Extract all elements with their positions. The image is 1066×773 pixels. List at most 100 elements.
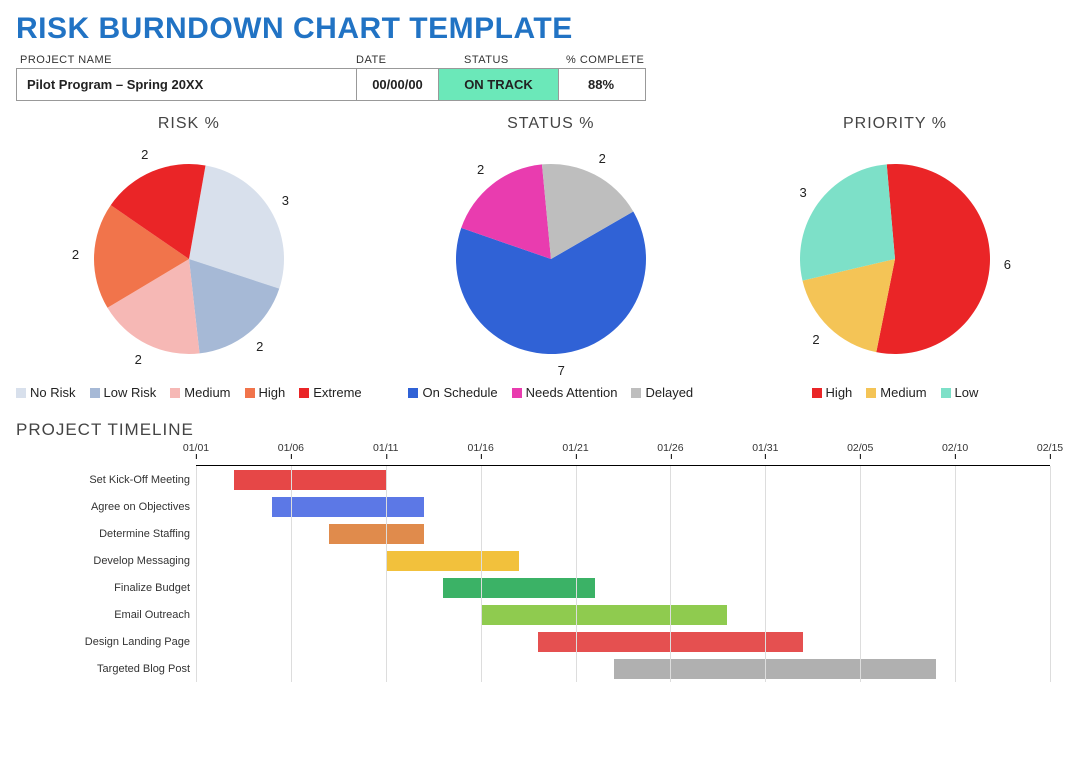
status-pie-title: STATUS % (507, 115, 594, 133)
charts-row: RISK % 32222 No Risk Low Risk Medium High Ex… (16, 115, 1050, 400)
legend-swatch (631, 388, 641, 398)
legend-item: Needs Attention (512, 385, 618, 400)
timeline-tick: 02/05 (847, 442, 873, 454)
timeline-task-label: Set Kick-Off Meeting (16, 466, 196, 493)
meta-header-date: DATE (356, 54, 440, 66)
meta-row: Pilot Program – Spring 20XX 00/00/00 ON … (16, 68, 646, 101)
risk-legend: No Risk Low Risk Medium High Extreme (16, 385, 362, 400)
timeline-gridline (576, 466, 577, 682)
timeline-bar[interactable] (614, 659, 937, 679)
risk-pie-card: RISK % 32222 No Risk Low Risk Medium High Ex… (16, 115, 362, 400)
timeline-row (196, 520, 1050, 547)
meta-date-cell[interactable]: 00/00/00 (357, 69, 439, 100)
legend-label: On Schedule (422, 385, 497, 400)
legend-item: Low (941, 385, 979, 400)
legend-swatch (512, 388, 522, 398)
timeline-bar[interactable] (329, 524, 424, 544)
legend-swatch (170, 388, 180, 398)
priority-pie-card: PRIORITY % 623 High Medium Low (740, 115, 1050, 400)
legend-label: Needs Attention (526, 385, 618, 400)
timeline-task-label: Targeted Blog Post (16, 655, 196, 682)
timeline-row (196, 601, 1050, 628)
status-legend: On Schedule Needs Attention Delayed (408, 385, 693, 400)
legend-label: Delayed (645, 385, 693, 400)
legend-swatch (812, 388, 822, 398)
legend-swatch (941, 388, 951, 398)
legend-label: Medium (184, 385, 230, 400)
timeline-tick: 01/01 (183, 442, 209, 454)
legend-label: Low Risk (104, 385, 157, 400)
timeline-bar[interactable] (234, 470, 386, 490)
meta-headers: PROJECT NAME DATE STATUS % COMPLETE (16, 54, 1050, 66)
legend-item: No Risk (16, 385, 76, 400)
timeline-gridline (860, 466, 861, 682)
legend-swatch (866, 388, 876, 398)
risk-pie-title: RISK % (158, 115, 220, 133)
timeline-task-label: Develop Messaging (16, 547, 196, 574)
timeline-gridline (386, 466, 387, 682)
legend-item: High (245, 385, 286, 400)
timeline-title: PROJECT TIMELINE (16, 420, 1050, 440)
timeline-row (196, 655, 1050, 682)
timeline-rows (196, 466, 1050, 682)
legend-label: No Risk (30, 385, 76, 400)
timeline-task-label: Agree on Objectives (16, 493, 196, 520)
timeline-gridline (196, 466, 197, 682)
pie-slice-label: 7 (558, 363, 565, 378)
meta-name-cell[interactable]: Pilot Program – Spring 20XX (17, 69, 357, 100)
legend-item: Medium (170, 385, 230, 400)
priority-pie-title: PRIORITY % (843, 115, 947, 133)
priority-pie: 623 (740, 139, 1050, 379)
timeline-row (196, 493, 1050, 520)
page-title: RISK BURNDOWN CHART TEMPLATE (16, 12, 1050, 46)
timeline: Set Kick-Off MeetingAgree on ObjectivesD… (16, 442, 1050, 682)
timeline-row (196, 628, 1050, 655)
meta-header-status: STATUS (440, 54, 566, 66)
timeline-task-label: Determine Staffing (16, 520, 196, 547)
pie-slice-label: 2 (72, 247, 79, 262)
timeline-row (196, 466, 1050, 493)
legend-swatch (245, 388, 255, 398)
timeline-chart: 01/0101/0601/1101/1601/2101/2601/3102/05… (196, 442, 1050, 682)
timeline-tick: 01/11 (373, 442, 399, 454)
legend-swatch (299, 388, 309, 398)
timeline-axis: 01/0101/0601/1101/1601/2101/2601/3102/05… (196, 442, 1050, 466)
pie-slice-label: 6 (1004, 257, 1011, 272)
timeline-row (196, 547, 1050, 574)
timeline-tick: 01/16 (468, 442, 494, 454)
legend-swatch (16, 388, 26, 398)
timeline-task-label: Finalize Budget (16, 574, 196, 601)
timeline-tick: 02/10 (942, 442, 968, 454)
timeline-gridline (670, 466, 671, 682)
timeline-gridline (291, 466, 292, 682)
legend-label: Medium (880, 385, 926, 400)
timeline-task-labels: Set Kick-Off MeetingAgree on ObjectivesD… (16, 442, 196, 682)
meta-header-name: PROJECT NAME (16, 54, 356, 66)
legend-swatch (408, 388, 418, 398)
legend-label: High (826, 385, 853, 400)
legend-item: Delayed (631, 385, 693, 400)
priority-legend: High Medium Low (812, 385, 979, 400)
timeline-gridline (1050, 466, 1051, 682)
legend-swatch (90, 388, 100, 398)
timeline-task-label: Email Outreach (16, 601, 196, 628)
legend-label: Low (955, 385, 979, 400)
timeline-bar[interactable] (272, 497, 424, 517)
legend-item: Extreme (299, 385, 361, 400)
timeline-bar[interactable] (443, 578, 595, 598)
timeline-tick: 01/26 (657, 442, 683, 454)
timeline-gridline (481, 466, 482, 682)
timeline-task-label: Design Landing Page (16, 628, 196, 655)
meta-complete-cell[interactable]: 88% (559, 69, 643, 100)
timeline-row (196, 574, 1050, 601)
timeline-bar[interactable] (386, 551, 519, 571)
meta-header-complete: % COMPLETE (566, 54, 666, 66)
timeline-gridline (955, 466, 956, 682)
timeline-tick: 01/21 (562, 442, 588, 454)
legend-item: Medium (866, 385, 926, 400)
timeline-bar[interactable] (481, 605, 728, 625)
legend-label: High (259, 385, 286, 400)
risk-pie: 32222 (34, 139, 344, 379)
legend-label: Extreme (313, 385, 361, 400)
meta-status-cell[interactable]: ON TRACK (439, 69, 559, 100)
